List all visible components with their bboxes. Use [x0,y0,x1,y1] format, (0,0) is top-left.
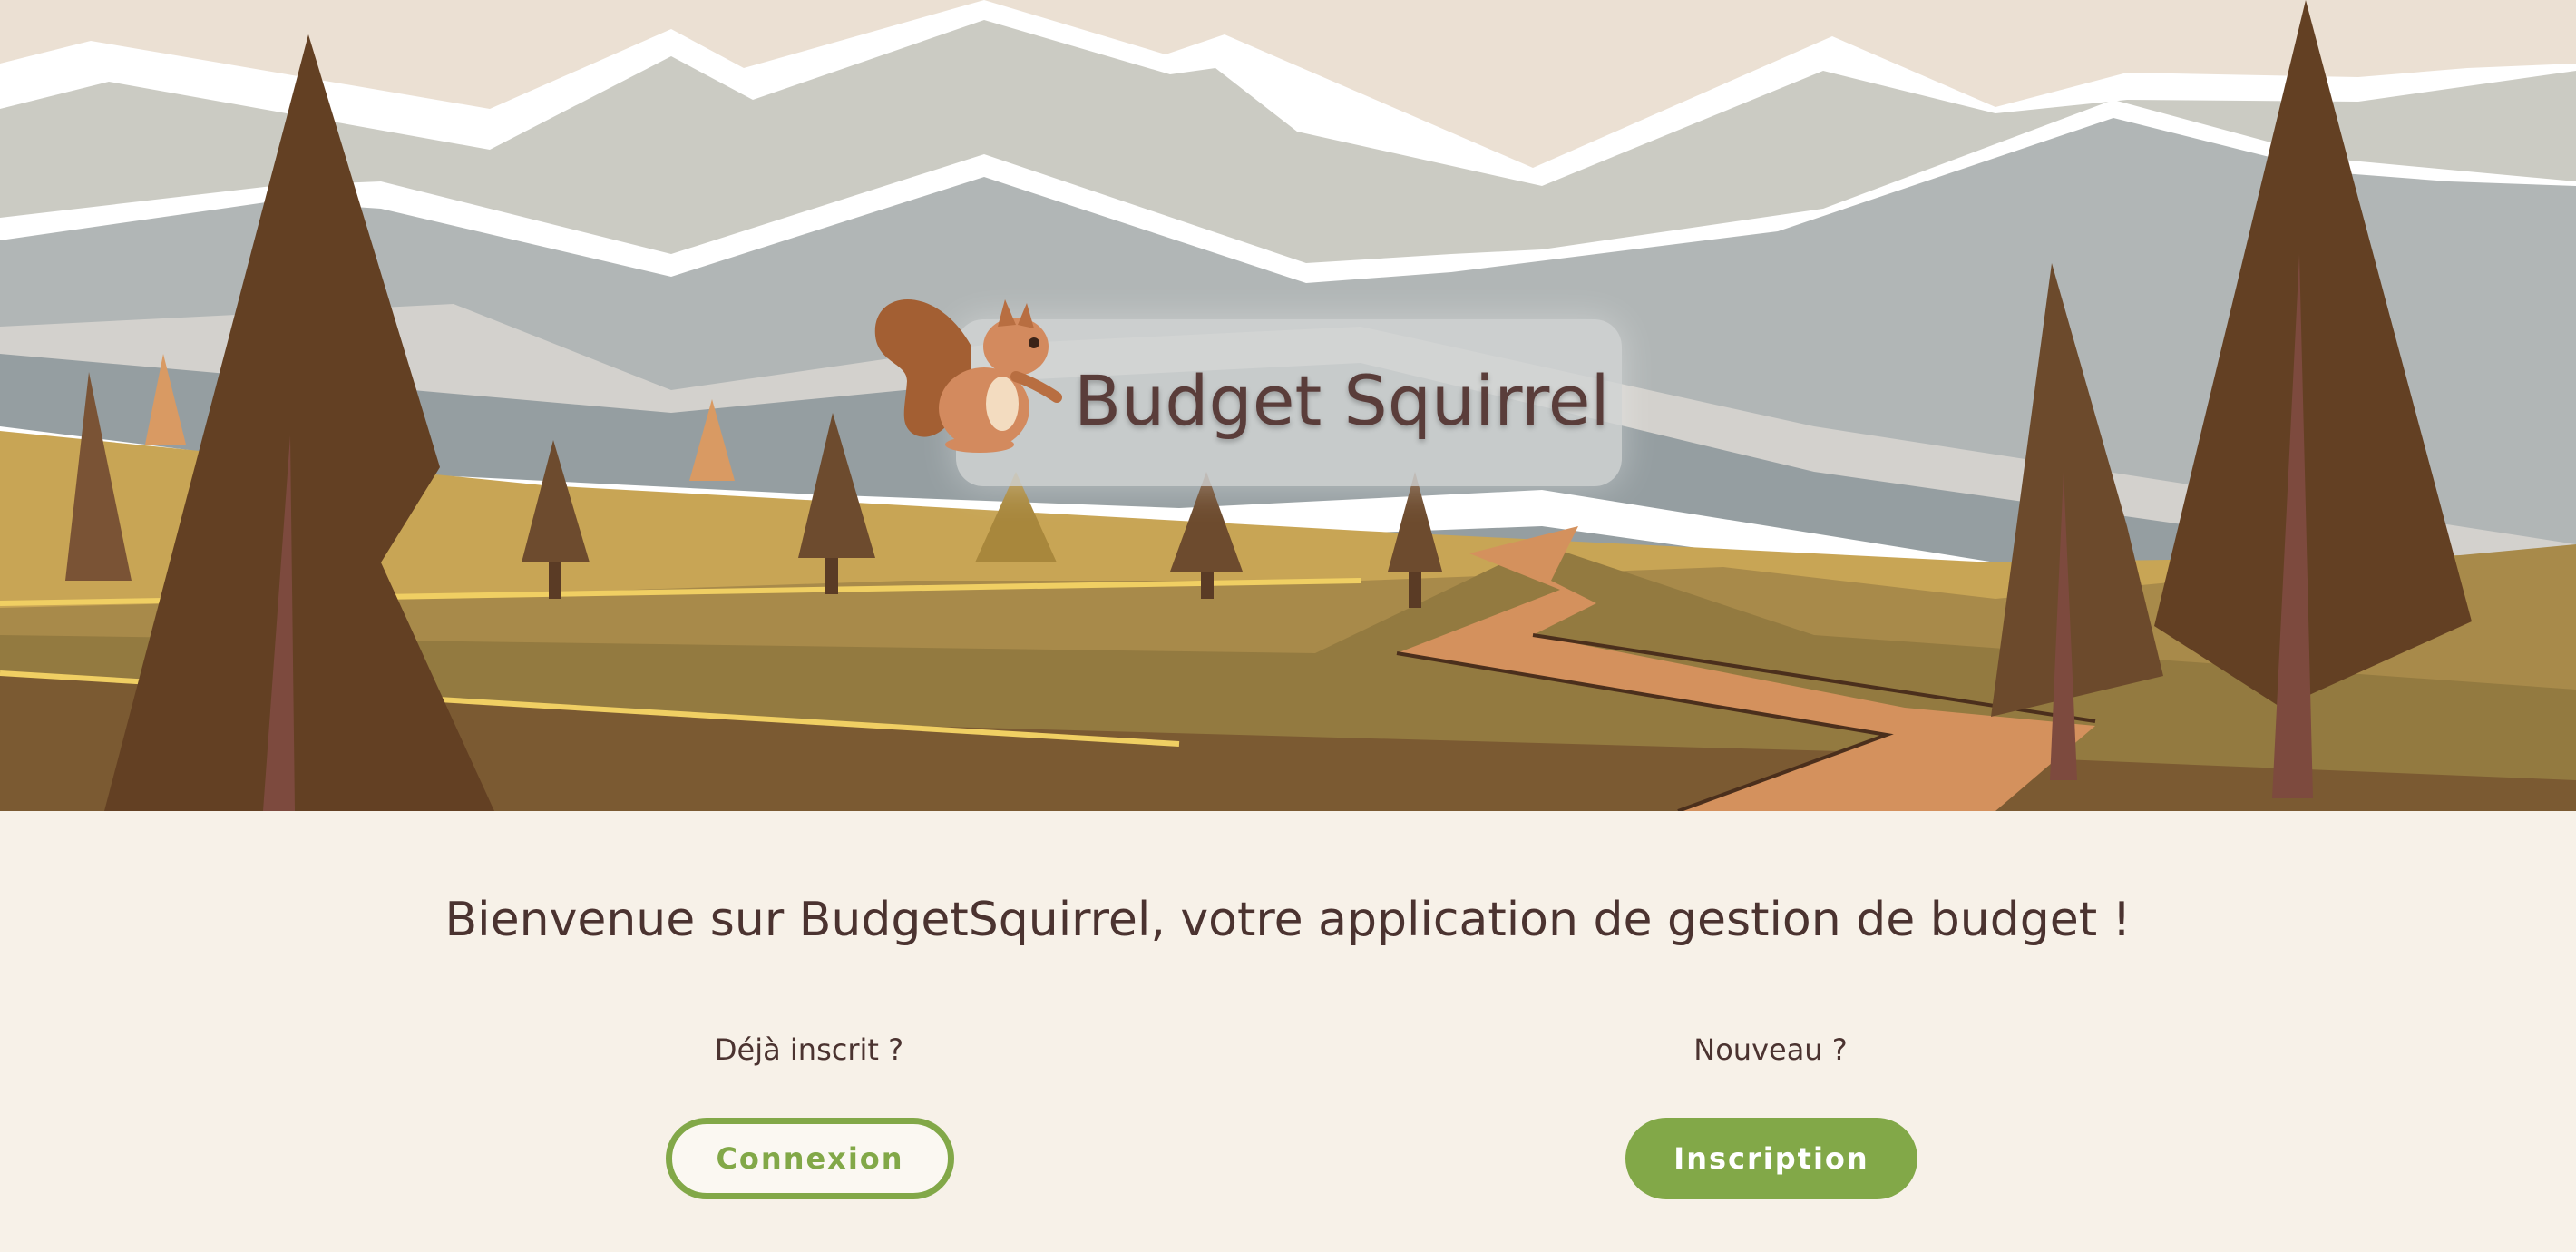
welcome-message: Bienvenue sur BudgetSquirrel, votre appl… [444,893,2132,947]
login-button[interactable]: Connexion [666,1118,954,1199]
login-prompt: Déjà inscrit ? [714,1032,904,1067]
app-title: Budget Squirrel [1074,360,1610,441]
signup-button[interactable]: Inscription [1625,1118,1917,1199]
squirrel-icon [874,299,1062,453]
signup-prompt: Nouveau ? [1693,1032,1848,1067]
